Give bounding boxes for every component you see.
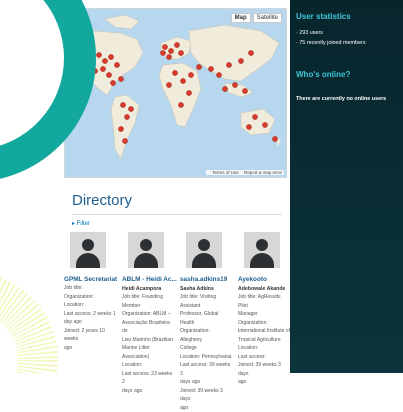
detail-line: days ago: [180, 378, 232, 387]
detail-line: Tropical Agriculture: [238, 336, 290, 345]
member-details: Job title: Founding Member Organization:…: [122, 293, 174, 395]
map-footer: Terms of Use Report a map error: [206, 170, 284, 175]
detail-line: International Institute of: [238, 327, 290, 336]
user-statistics-title: User statistics: [296, 12, 351, 21]
member-card[interactable]: ABLM - Heidi Ac... Heidi Acampora Job ti…: [122, 232, 174, 395]
directory-divider: [72, 214, 282, 215]
avatar-placeholder-icon: [244, 232, 280, 268]
whos-online-title: Who's online?: [296, 70, 350, 79]
member-username[interactable]: GPML Secretariat: [64, 276, 116, 283]
world-map-graphic: [65, 9, 286, 177]
recent-members-count: · 75 recently joined members: [296, 40, 366, 46]
detail-line: days ago: [122, 387, 174, 396]
detail-line: Organization: Allegheny: [180, 327, 232, 344]
avatar-placeholder-icon: [186, 232, 222, 268]
detail-line: ago: [64, 344, 116, 353]
detail-line: Professor, Global Health: [180, 310, 232, 327]
detail-line: Last access:: [238, 353, 290, 362]
detail-line: College: [180, 344, 232, 353]
member-details: Job title: Organization: Location: Last …: [64, 284, 116, 352]
detail-line: Location:: [64, 301, 116, 310]
main-content: Map Satellite Terms of Use Report a map …: [0, 0, 290, 373]
member-fullname: Adebowale Akande: [238, 286, 290, 292]
detail-line: Job title: Founding: [122, 293, 174, 302]
detail-line: Lixo Marinho (Brazilian: [122, 336, 174, 345]
detail-line: Job title: AgResults Pilot: [238, 293, 290, 310]
detail-line: Organization:: [238, 319, 290, 328]
member-username[interactable]: Ayekooto: [238, 276, 290, 283]
filter-toggle[interactable]: ▸ Filter: [72, 220, 90, 227]
online-users-text: There are currently no online users: [296, 96, 386, 102]
terms-link[interactable]: Terms of Use: [212, 170, 239, 175]
detail-line: Member: [122, 302, 174, 311]
report-error-link[interactable]: Report a map error: [244, 170, 282, 175]
map-type-controls: Map Satellite: [231, 13, 282, 23]
detail-line: Manager: [238, 310, 290, 319]
satellite-view-button[interactable]: Satellite: [253, 13, 282, 23]
detail-line: Location:: [238, 344, 290, 353]
member-username[interactable]: ABLM - Heidi Ac...: [122, 276, 174, 283]
sidebar: User statistics · 293 users · 75 recentl…: [290, 0, 403, 373]
detail-line: Organization: ABLM –: [122, 310, 174, 319]
detail-line: Joined: 39 weeks 3 days: [180, 387, 232, 404]
detail-line: Last access: 23 weeks 2: [122, 370, 174, 387]
map-view-button[interactable]: Map: [231, 13, 251, 23]
detail-line: day ago: [64, 318, 116, 327]
member-fullname: Sasha Adkins: [180, 286, 232, 292]
detail-line: Associação Brasileira do: [122, 319, 174, 336]
detail-line: Location:: [122, 361, 174, 370]
member-card[interactable]: Ayekooto Adebowale Akande Job title: AgR…: [238, 232, 290, 387]
detail-line: Joined: 2 years 10 weeks: [64, 327, 116, 344]
user-count: · 293 users: [296, 30, 323, 36]
detail-line: Job title:: [64, 284, 116, 293]
detail-line: ago: [180, 404, 232, 412]
detail-line: ago: [238, 378, 290, 387]
member-card[interactable]: sasha.adkins19 Sasha Adkins Job title: V…: [180, 232, 232, 412]
avatar-placeholder-icon: [128, 232, 164, 268]
detail-line: Joined: 39 weeks 3 days: [238, 361, 290, 378]
member-details: Job title: AgResults Pilot Manager Organ…: [238, 293, 290, 387]
member-card[interactable]: GPML Secretariat Job title: Organization…: [64, 232, 116, 352]
directory-title: Directory: [72, 192, 132, 209]
member-username[interactable]: sasha.adkins19: [180, 276, 232, 283]
detail-line: Last access: 2 weeks 1: [64, 310, 116, 319]
detail-line: Last access: 39 weeks 3: [180, 361, 232, 378]
member-fullname: Heidi Acampora: [122, 286, 174, 292]
member-details: Job title: Visiting Assistant Professor,…: [180, 293, 232, 412]
detail-line: Organization:: [64, 293, 116, 302]
detail-line: Marine Litter Association): [122, 344, 174, 361]
members-map[interactable]: Map Satellite Terms of Use Report a map …: [64, 8, 287, 178]
detail-line: Location: Pennsylvania: [180, 353, 232, 362]
detail-line: Job title: Visiting Assistant: [180, 293, 232, 310]
avatar-placeholder-icon: [70, 232, 106, 268]
